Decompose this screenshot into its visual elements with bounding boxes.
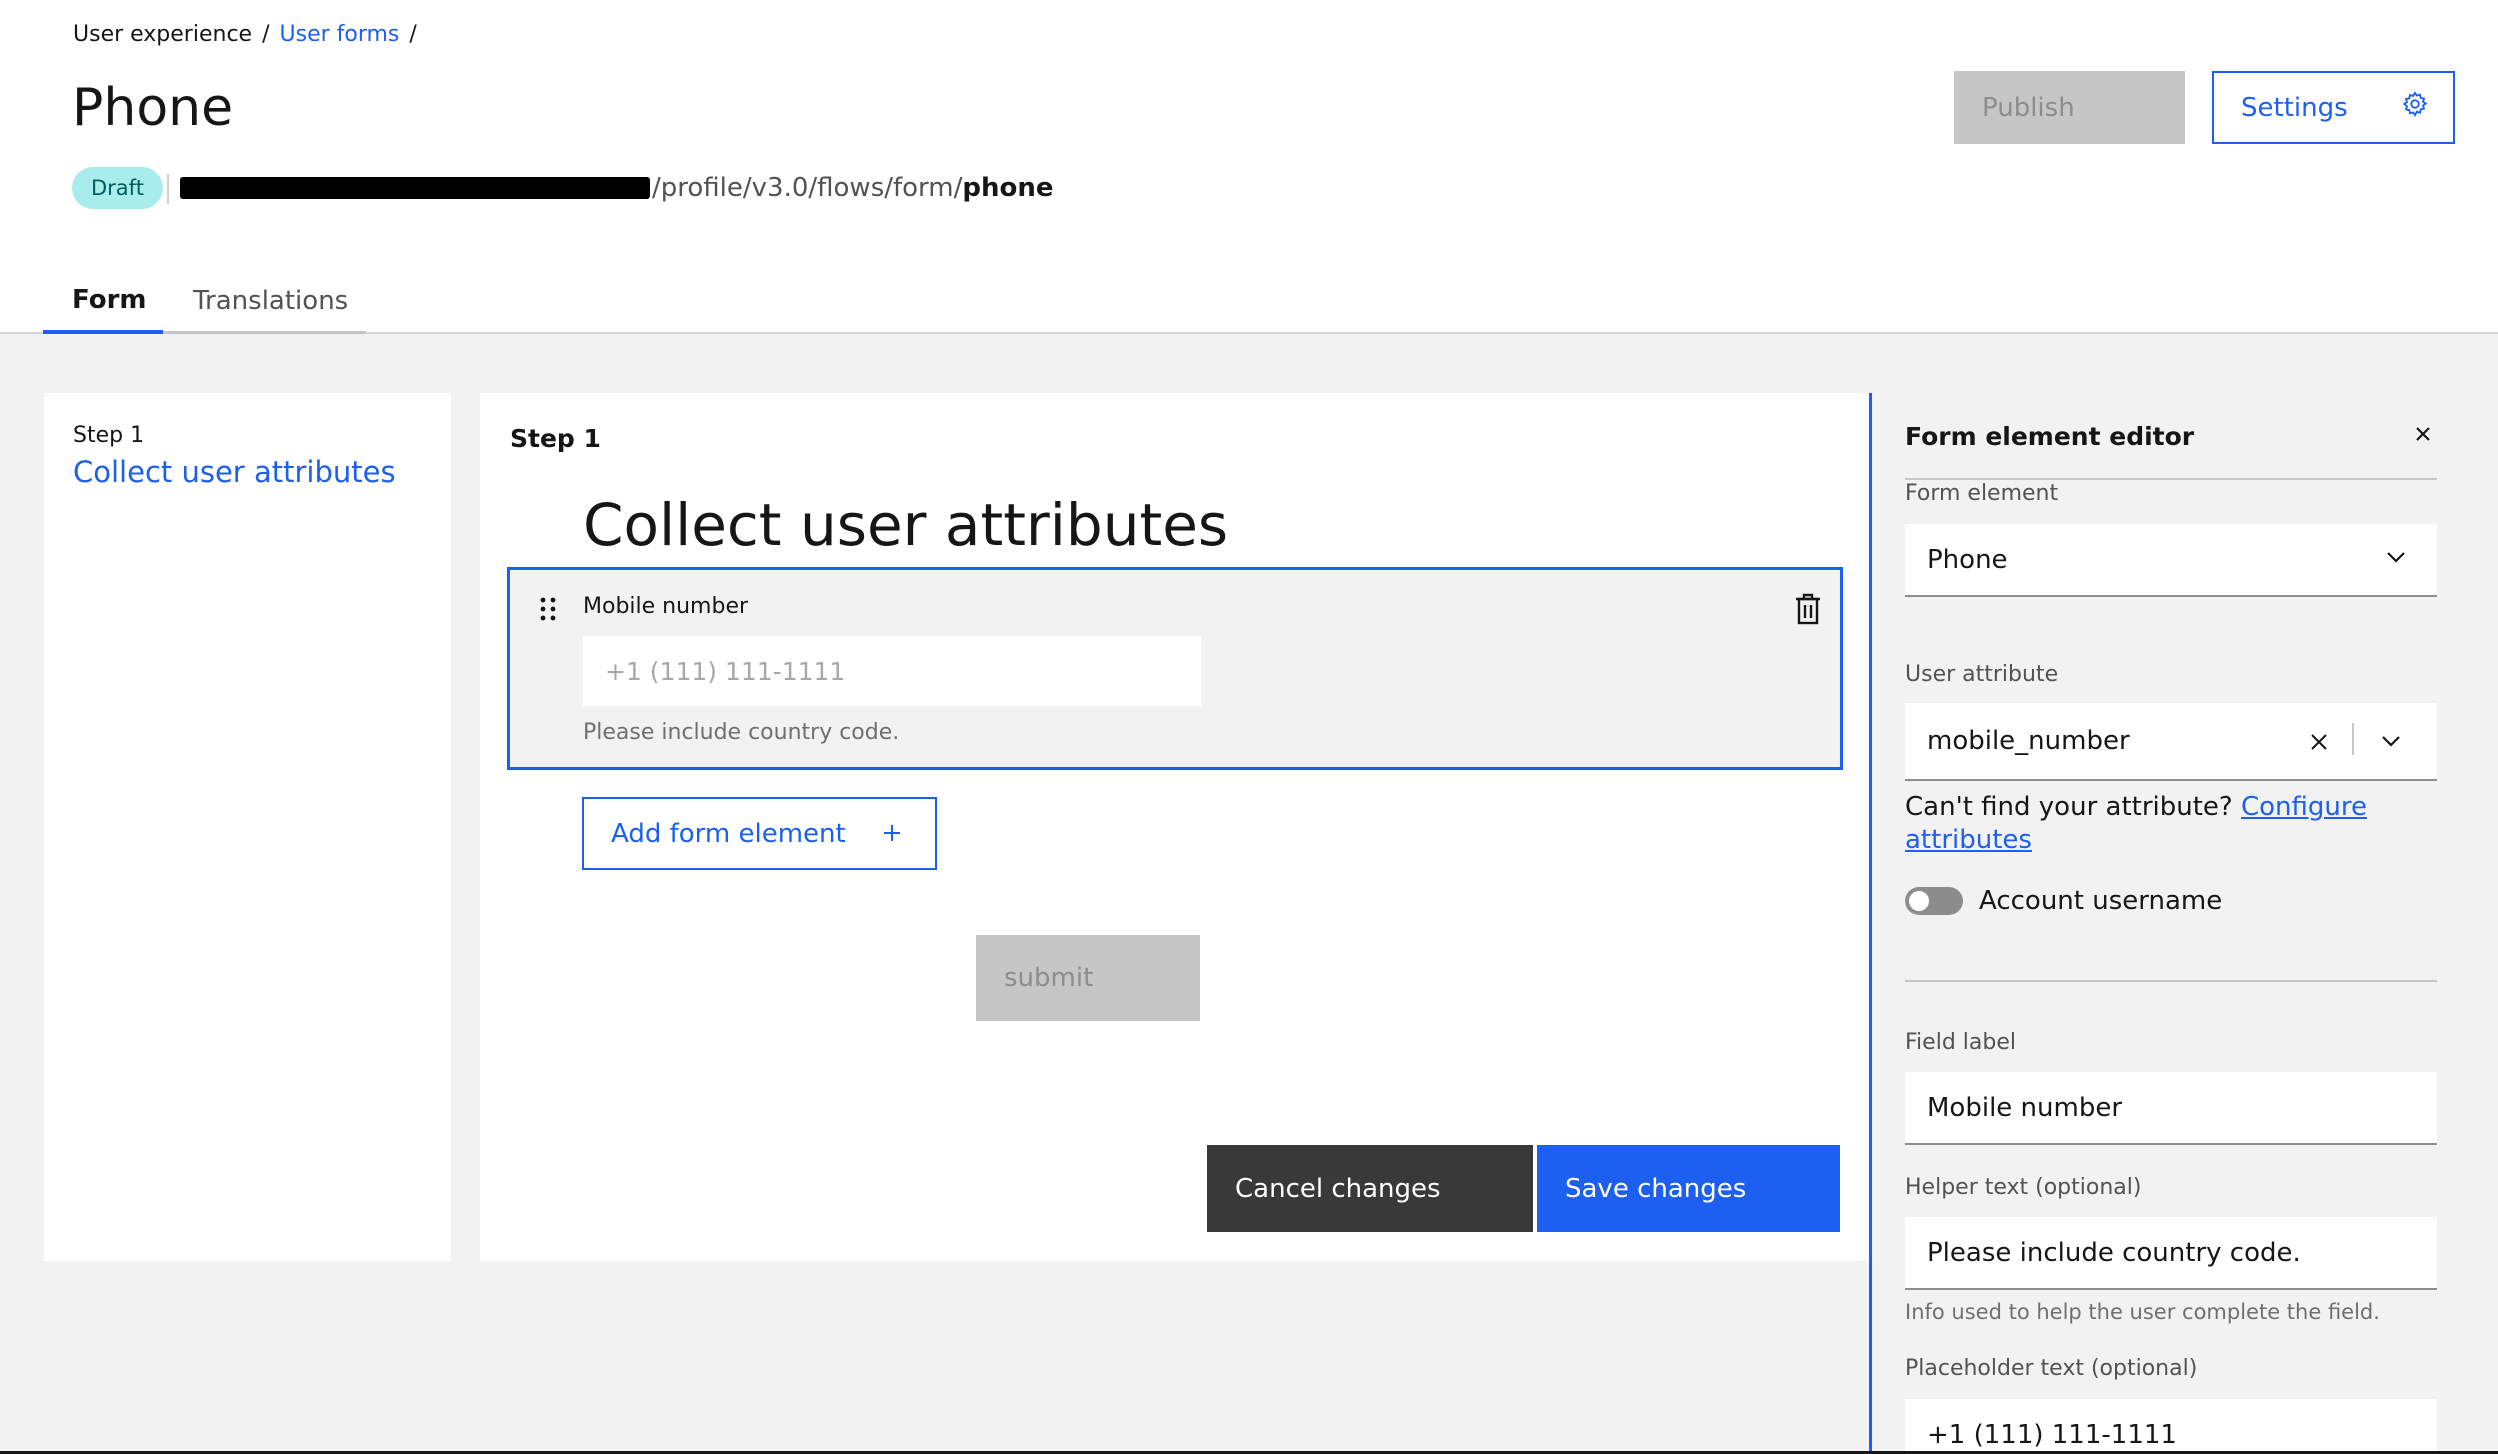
field-helper-text: Please include country code. (583, 720, 900, 745)
editor-title: Form element editor (1905, 422, 2195, 451)
editor-section-divider (1905, 980, 2437, 982)
chevron-down-icon (2385, 545, 2407, 575)
field-label-label: Field label (1905, 1030, 2016, 1055)
combobox-divider (2352, 723, 2354, 755)
settings-button[interactable]: Settings (2212, 71, 2455, 144)
plus-icon (883, 819, 901, 849)
form-canvas: Step 1 Collect user attributes Mobile nu… (480, 393, 1872, 1261)
tab-translations[interactable]: Translations (163, 270, 366, 334)
cant-find-attribute-text: Can't find your attribute? Configure att… (1905, 791, 2405, 857)
breadcrumb-root: User experience (73, 22, 253, 47)
redacted-host (180, 177, 650, 199)
chevron-down-icon[interactable] (2380, 729, 2402, 751)
url-slug: phone (962, 173, 1054, 203)
step-1-link[interactable]: Collect user attributes (73, 455, 396, 489)
user-attribute-combobox[interactable]: mobile_number (1905, 703, 2437, 781)
settings-label: Settings (2241, 92, 2348, 123)
trash-icon[interactable] (1793, 592, 1823, 626)
mobile-number-input[interactable] (583, 636, 1201, 706)
form-url: /profile/v3.0/flows/form/ phone (180, 173, 1054, 203)
form-element-value: Phone (1927, 544, 2008, 575)
status-badge: Draft (72, 167, 163, 209)
page-header: User experience / User forms / Phone Dra… (0, 0, 2498, 334)
breadcrumb: User experience / User forms / (73, 22, 427, 47)
field-label: Mobile number (583, 594, 749, 619)
placeholder-text-label: Placeholder text (optional) (1905, 1356, 2198, 1381)
add-form-element-label: Add form element (611, 818, 846, 849)
breadcrumb-user-forms-link[interactable]: User forms (280, 22, 400, 47)
step-number: Step 1 (73, 423, 145, 448)
account-username-toggle[interactable] (1905, 887, 1963, 915)
publish-button[interactable]: Publish (1954, 71, 2185, 144)
add-form-element-button[interactable]: Add form element (582, 797, 937, 870)
save-changes-button[interactable]: Save changes (1537, 1145, 1840, 1232)
drag-handle-icon[interactable] (536, 594, 560, 624)
close-icon[interactable] (2408, 419, 2438, 449)
page-title: Phone (72, 78, 234, 138)
cancel-changes-button[interactable]: Cancel changes (1207, 1145, 1533, 1232)
form-element-label: Form element (1905, 481, 2059, 506)
user-attribute-value: mobile_number (1927, 726, 2130, 756)
submit-button[interactable]: submit (976, 935, 1200, 1021)
tab-bar: Form Translations (43, 270, 366, 334)
helper-text-note: Info used to help the user complete the … (1905, 1300, 2380, 1324)
form-element-select[interactable]: Phone (1905, 524, 2437, 597)
helper-text-label: Helper text (optional) (1905, 1175, 2142, 1200)
canvas-step-label: Step 1 (510, 424, 601, 453)
form-element-editor: Form element editor Form element Phone U… (1869, 393, 2498, 1454)
account-username-label: Account username (1979, 886, 2223, 916)
placeholder-text-input[interactable]: +1 (111) 111-1111 (1905, 1399, 2437, 1454)
breadcrumb-separator: / (262, 22, 270, 47)
gear-icon (2401, 90, 2429, 125)
form-heading: Collect user attributes (583, 491, 1229, 559)
user-attribute-label: User attribute (1905, 662, 2059, 687)
tab-form[interactable]: Form (43, 270, 163, 334)
selected-form-element[interactable]: Mobile number Please include country cod… (507, 567, 1843, 770)
steps-panel: Step 1 Collect user attributes (44, 393, 451, 1261)
toggle-knob (1909, 891, 1929, 911)
helper-text-input[interactable]: Please include country code. (1905, 1217, 2437, 1290)
clear-selection-icon[interactable] (2309, 729, 2329, 750)
field-label-input[interactable]: Mobile number (1905, 1072, 2437, 1145)
breadcrumb-separator: / (409, 22, 417, 47)
editor-divider (1905, 478, 2437, 480)
badge-divider (167, 174, 169, 204)
cant-find-label: Can't find your attribute? (1905, 792, 2233, 822)
url-path: /profile/v3.0/flows/form/ (652, 173, 963, 203)
